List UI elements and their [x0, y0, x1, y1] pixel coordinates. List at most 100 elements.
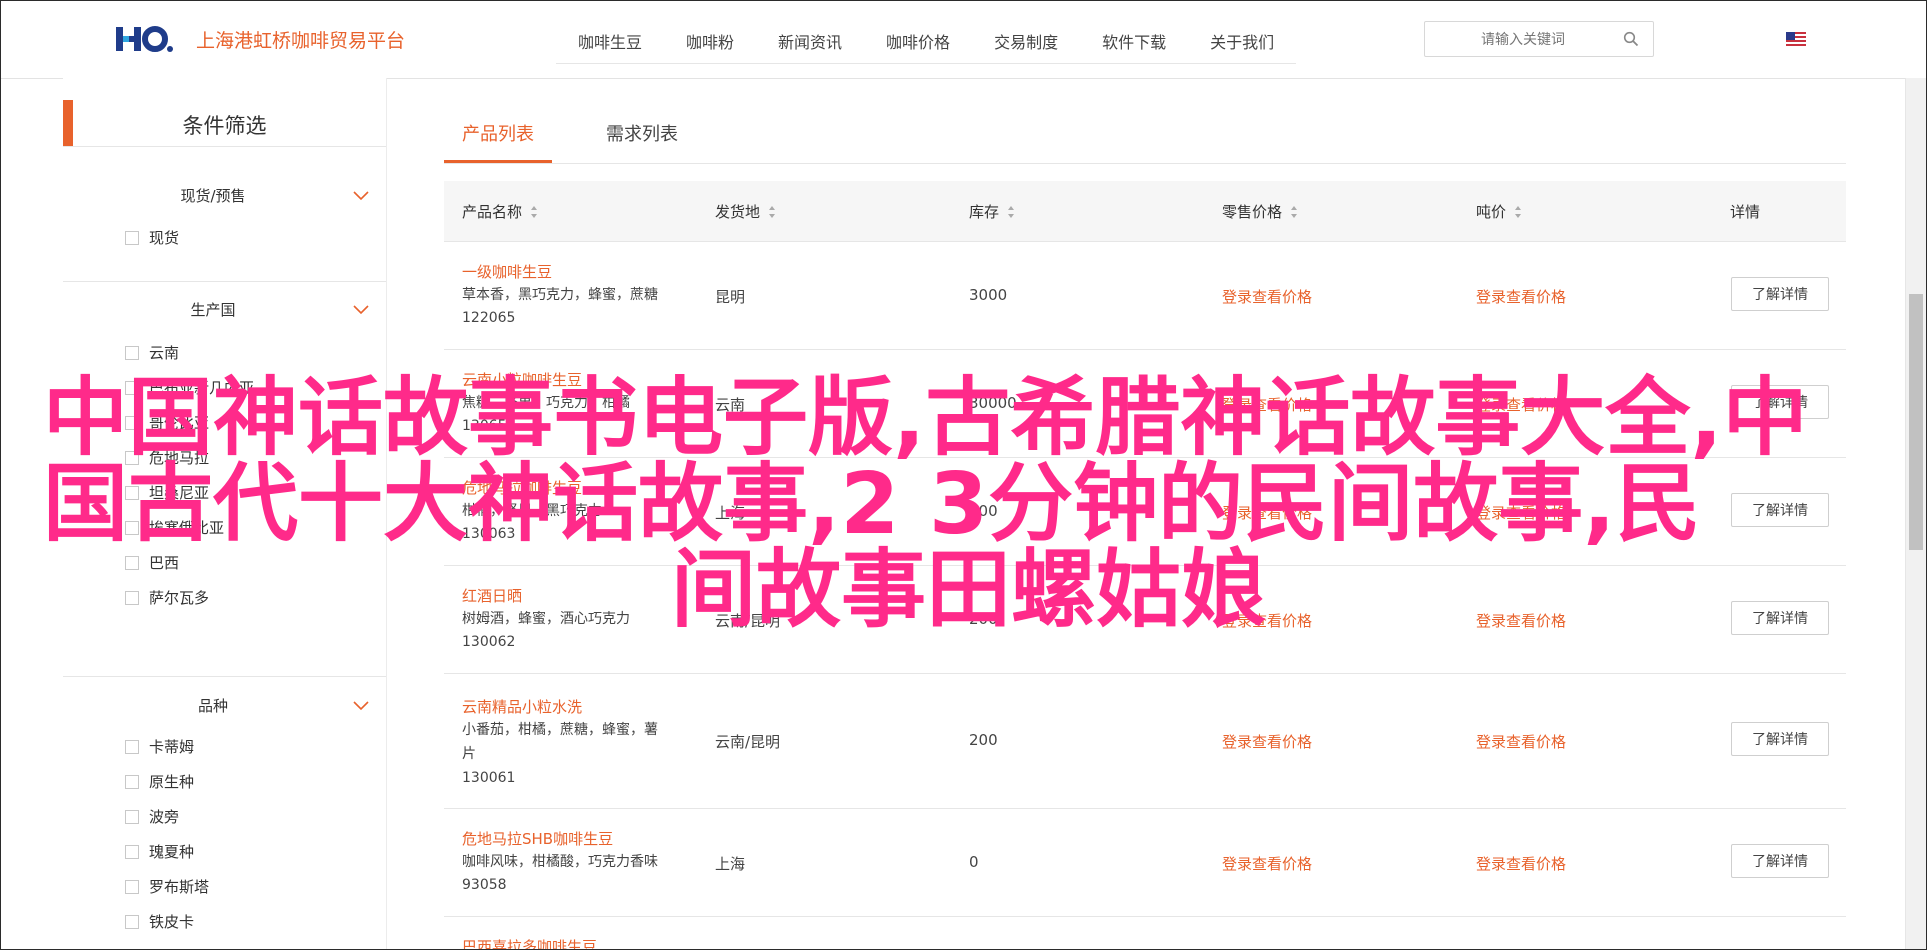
origin-cell: 云南/昆明	[715, 612, 781, 630]
checkbox[interactable]	[125, 809, 139, 824]
filter-title: 条件筛选	[182, 114, 267, 138]
login-price-link[interactable]: 登录查看价格	[1476, 286, 1566, 307]
sort-icon[interactable]	[1290, 205, 1298, 219]
login-price-link[interactable]: 登录查看价格	[1222, 731, 1312, 752]
login-price-link[interactable]: 登录查看价格	[1222, 286, 1312, 307]
group-title-variety[interactable]: 品种	[63, 695, 363, 716]
group-title-stock-type[interactable]: 现货/预售	[63, 185, 363, 206]
nav-item-coffee-powder[interactable]: 咖啡粉	[664, 21, 756, 63]
filter-option[interactable]: 云南	[125, 342, 179, 363]
nav-item-prices[interactable]: 咖啡价格	[864, 21, 972, 63]
login-price-link[interactable]: 登录查看价格	[1476, 394, 1566, 415]
product-code: 130062	[462, 634, 516, 650]
checkbox[interactable]	[125, 555, 139, 570]
filter-option[interactable]: 卡蒂姆	[125, 736, 194, 757]
login-price-link[interactable]: 登录查看价格	[1222, 853, 1312, 874]
product-code: 130063	[462, 526, 516, 542]
column-header-stock[interactable]: 库存	[969, 201, 1015, 222]
checkbox[interactable]	[125, 739, 139, 754]
filter-option[interactable]: 原生种	[125, 771, 194, 792]
origin-cell: 上海	[715, 855, 746, 873]
filter-option[interactable]: 萨尔瓦多	[125, 587, 209, 608]
product-name-link[interactable]: 危地马拉SHB咖啡生豆	[462, 828, 613, 849]
checkbox[interactable]	[125, 914, 139, 929]
checkbox[interactable]	[125, 879, 139, 894]
login-price-link[interactable]: 登录查看价格	[1476, 731, 1566, 752]
login-price-link[interactable]: 登录查看价格	[1222, 394, 1312, 415]
sort-icon[interactable]	[1514, 205, 1522, 219]
stock-cell: 100	[969, 502, 998, 520]
product-name-link[interactable]: 危地马拉咖啡生豆	[462, 477, 582, 498]
tab-products[interactable]: 产品列表	[462, 120, 534, 146]
nav-item-about[interactable]: 关于我们	[1188, 21, 1296, 63]
logo-mark-icon	[114, 23, 174, 55]
checkbox[interactable]	[125, 844, 139, 859]
product-name-link[interactable]: 云南小粒咖啡生豆	[462, 369, 582, 390]
nav-item-downloads[interactable]: 软件下载	[1080, 21, 1188, 63]
column-header-retail-price[interactable]: 零售价格	[1222, 201, 1298, 222]
filter-option[interactable]: 危地马拉	[125, 447, 209, 468]
checkbox[interactable]	[125, 485, 139, 500]
filter-option[interactable]: 坦桑尼亚	[125, 482, 209, 503]
search-icon[interactable]	[1623, 31, 1639, 47]
detail-button[interactable]: 了解详情	[1731, 722, 1829, 756]
product-name-link[interactable]: 一级咖啡生豆	[462, 261, 552, 282]
filter-option[interactable]: 埃塞俄比亚	[125, 517, 224, 538]
checkbox[interactable]	[125, 415, 139, 430]
stock-cell: 30000	[969, 394, 1017, 412]
site-logo[interactable]: 上海港虹桥咖啡贸易平台	[114, 23, 405, 55]
search-input[interactable]	[1431, 24, 1615, 54]
chevron-down-icon[interactable]	[353, 701, 369, 711]
checkbox[interactable]	[125, 590, 139, 605]
table-row: 一级咖啡生豆 草本香，黑巧克力，蜂蜜，蔗糖 122065 昆明 3000 登录查…	[444, 242, 1846, 350]
detail-button[interactable]: 了解详情	[1731, 601, 1829, 635]
sort-icon[interactable]	[1007, 205, 1015, 219]
product-flavor: 树姆酒，蜂蜜，酒心巧克力	[462, 611, 630, 627]
product-name-link[interactable]: 巴西喜拉多咖啡生豆	[462, 936, 597, 949]
filter-option[interactable]: 罗布斯塔	[125, 876, 209, 897]
scrollbar-thumb[interactable]	[1909, 294, 1923, 550]
chevron-down-icon[interactable]	[353, 191, 369, 201]
detail-button[interactable]: 了解详情	[1731, 277, 1829, 311]
sort-icon[interactable]	[768, 205, 776, 219]
checkbox[interactable]	[125, 450, 139, 465]
product-name-link[interactable]: 云南精品小粒水洗	[462, 696, 582, 717]
tab-demands[interactable]: 需求列表	[606, 120, 678, 146]
filter-option[interactable]: 瑰夏种	[125, 841, 194, 862]
column-header-name[interactable]: 产品名称	[462, 201, 538, 222]
checkbox[interactable]	[125, 380, 139, 395]
filter-option[interactable]: 现货	[125, 227, 179, 248]
filter-option[interactable]: 波旁	[125, 806, 179, 827]
login-price-link[interactable]: 登录查看价格	[1222, 502, 1312, 523]
detail-button[interactable]: 了解详情	[1731, 844, 1829, 878]
product-name-link[interactable]: 红酒日晒	[462, 585, 522, 606]
nav-item-trading-rules[interactable]: 交易制度	[972, 21, 1080, 63]
checkbox[interactable]	[125, 345, 139, 360]
chevron-down-icon[interactable]	[353, 305, 369, 315]
filter-option[interactable]: 巴西	[125, 552, 179, 573]
nav-item-news[interactable]: 新闻资讯	[756, 21, 864, 63]
vertical-scrollbar[interactable]	[1905, 78, 1926, 949]
table-row: 红酒日晒 树姆酒，蜂蜜，酒心巧克力 130062 云南/昆明 200 登录查看价…	[444, 566, 1846, 674]
group-title-country[interactable]: 生产国	[63, 299, 363, 320]
filter-sidebar: 条件筛选 现货/预售 现货 生产国 云南 巴布亚新几内亚 哥伦比亚 危地马拉 坦…	[63, 78, 387, 949]
column-header-origin[interactable]: 发货地	[715, 201, 776, 222]
divider	[63, 281, 386, 282]
checkbox[interactable]	[125, 230, 139, 245]
login-price-link[interactable]: 登录查看价格	[1476, 610, 1566, 631]
filter-option[interactable]: 哥伦比亚	[125, 412, 209, 433]
nav-item-green-beans[interactable]: 咖啡生豆	[556, 21, 664, 63]
filter-option[interactable]: 铁皮卡	[125, 911, 194, 932]
column-header-ton-price[interactable]: 吨价	[1476, 201, 1522, 222]
login-price-link[interactable]: 登录查看价格	[1222, 610, 1312, 631]
us-flag-icon[interactable]	[1786, 32, 1806, 46]
detail-button[interactable]: 了解详情	[1731, 385, 1829, 419]
login-price-link[interactable]: 登录查看价格	[1476, 853, 1566, 874]
checkbox[interactable]	[125, 774, 139, 789]
sort-icon[interactable]	[530, 205, 538, 219]
filter-option[interactable]: 巴布亚新几内亚	[125, 377, 254, 398]
checkbox[interactable]	[125, 520, 139, 535]
search-box	[1424, 21, 1654, 57]
login-price-link[interactable]: 登录查看价格	[1476, 502, 1566, 523]
detail-button[interactable]: 了解详情	[1731, 493, 1829, 527]
